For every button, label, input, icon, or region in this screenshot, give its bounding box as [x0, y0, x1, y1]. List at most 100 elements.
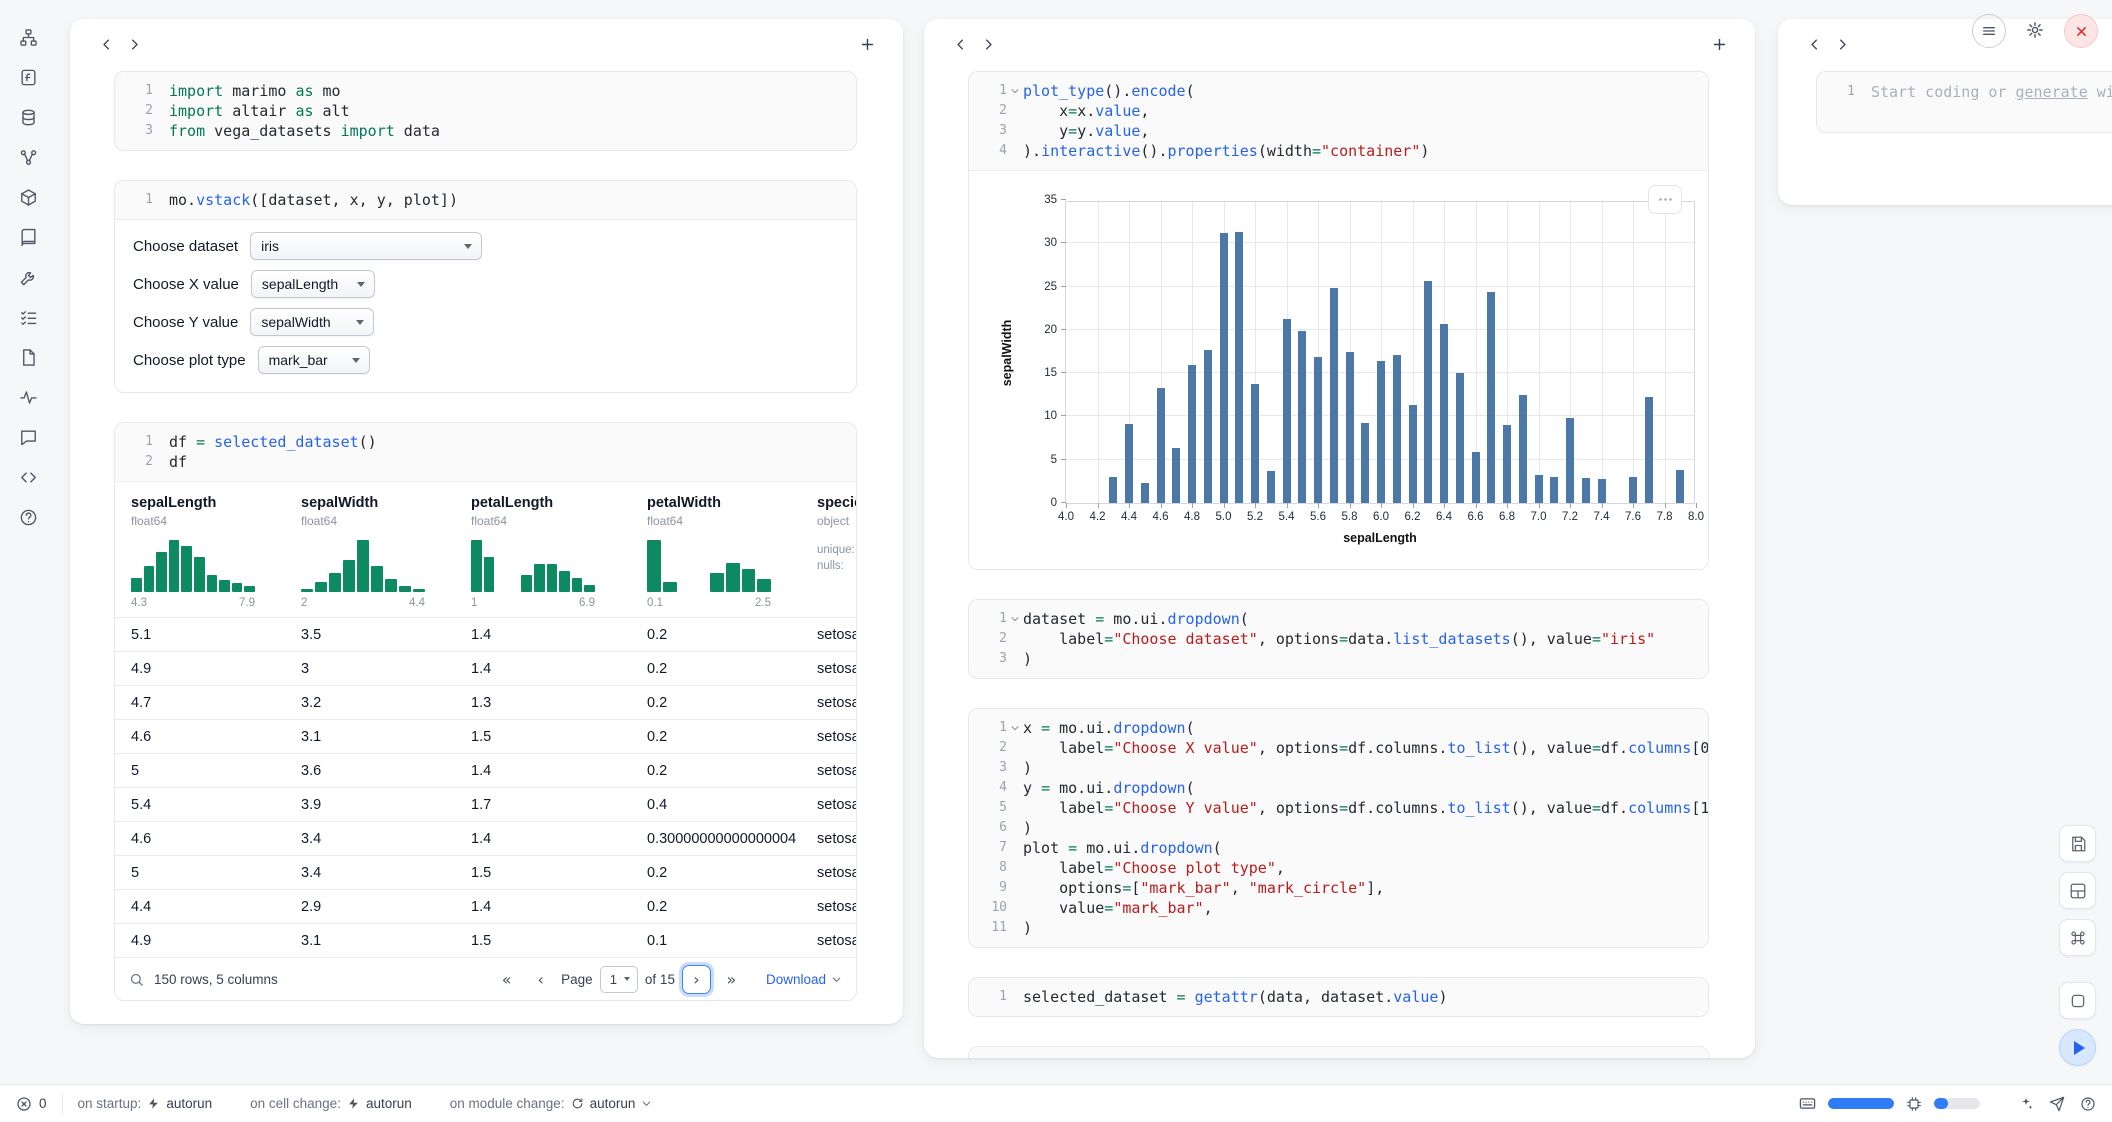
table-cell: 1.4 — [455, 763, 631, 779]
column-header[interactable]: sepalWidthfloat6424.4 — [285, 482, 455, 617]
code-editor-placeholder[interactable]: 1Start coding or generate with AI — [1817, 72, 2112, 132]
table-row[interactable]: 5.13.51.40.2setosa — [115, 617, 856, 651]
table-cell: 5.4 — [115, 797, 285, 813]
page-label: Page — [561, 972, 593, 987]
column-next-button[interactable] — [974, 30, 1002, 58]
add-cell-button[interactable] — [1705, 30, 1733, 58]
close-icon[interactable] — [2064, 14, 2098, 48]
column-next-button[interactable] — [1828, 30, 1856, 58]
code-editor[interactable]: 1import marimo as mo2import altair as al… — [115, 72, 856, 150]
search-icon[interactable] — [129, 972, 144, 987]
chart-bar — [1598, 479, 1606, 503]
chart-actions-button[interactable] — [1648, 185, 1682, 214]
code-editor[interactable]: 1plot_type().encode(2 x=x.value,3 y=y.va… — [969, 72, 1708, 170]
code-editor[interactable]: 1mo.vstack([dataset, x, y, plot]) — [115, 181, 856, 219]
table-row[interactable]: 5.43.91.70.4setosa — [115, 787, 856, 821]
database-icon[interactable] — [15, 104, 42, 131]
histogram-range: 24.4 — [301, 597, 425, 609]
dropdown-choose-y-value[interactable]: sepalWidth — [250, 308, 374, 336]
checklist-icon[interactable] — [15, 304, 42, 331]
column-header[interactable]: petalWidthfloat640.12.5 — [631, 482, 801, 617]
document-icon[interactable] — [15, 344, 42, 371]
fold-chevron-icon[interactable] — [1007, 614, 1023, 624]
gear-icon[interactable] — [2019, 14, 2051, 46]
first-page-button[interactable]: « — [493, 966, 520, 993]
chart-bar — [1440, 324, 1448, 503]
code-editor[interactable]: 1dataset = mo.ui.dropdown(2 label="Choos… — [969, 600, 1708, 678]
code-icon[interactable] — [15, 464, 42, 491]
code-editor[interactable]: 1df = selected_dataset()2df — [115, 423, 856, 481]
save-button[interactable] — [2059, 825, 2096, 862]
menu-icon[interactable] — [1972, 14, 2006, 48]
last-page-button[interactable]: » — [718, 966, 745, 993]
chart-bar — [1283, 319, 1291, 503]
column-header[interactable]: petalLengthfloat6416.9 — [455, 482, 631, 617]
table-row[interactable]: 4.73.21.30.2setosa — [115, 685, 856, 719]
network-icon[interactable] — [15, 144, 42, 171]
table-cell: 3 — [285, 661, 455, 677]
table-cell: setosa — [801, 661, 856, 677]
table-cell: 3.2 — [285, 695, 455, 711]
table-row[interactable]: 4.931.40.2setosa — [115, 651, 856, 685]
code-editor[interactable]: 1selected_dataset = getattr(data, datase… — [969, 978, 1708, 1016]
column-name: sepalWidth — [301, 495, 447, 511]
code-editor[interactable]: 1x = mo.ui.dropdown(2 label="Choose X va… — [969, 709, 1708, 947]
dropdown-choose-x-value[interactable]: sepalLength — [251, 270, 375, 298]
chart-bar — [1251, 384, 1259, 503]
table-row[interactable]: 4.63.11.50.2setosa — [115, 719, 856, 753]
help-icon[interactable] — [15, 504, 42, 531]
table-row[interactable]: 53.61.40.2setosa — [115, 753, 856, 787]
column-toolbar — [70, 19, 903, 69]
column-prev-button[interactable] — [946, 30, 974, 58]
column-prev-button[interactable] — [1800, 30, 1828, 58]
autorun-config[interactable]: on module change:autorun — [450, 1096, 653, 1111]
file-function-icon[interactable] — [15, 64, 42, 91]
autorun-config[interactable]: on startup:autorun — [78, 1096, 213, 1111]
line-number: 4 — [969, 778, 1023, 798]
chip-icon[interactable] — [1906, 1096, 1922, 1112]
dropdown-choose-dataset[interactable]: iris — [250, 232, 482, 260]
control-row: Choose Y valuesepalWidth — [133, 308, 838, 336]
next-page-button[interactable]: › — [682, 965, 711, 994]
tools-icon[interactable] — [15, 264, 42, 291]
dropdown-choose-plot-type[interactable]: mark_bar — [258, 346, 370, 374]
code-editor[interactable]: 1plot_type = getattr(alt.Chart(df), plot… — [969, 1047, 1708, 1058]
sparkle-icon[interactable] — [2018, 1096, 2034, 1112]
package-icon[interactable] — [15, 184, 42, 211]
table-cell: 0.1 — [631, 933, 801, 949]
table-row[interactable]: 53.41.50.2setosa — [115, 855, 856, 889]
error-count[interactable]: 0 — [16, 1096, 47, 1112]
book-icon[interactable] — [15, 224, 42, 251]
column-next-button[interactable] — [120, 30, 148, 58]
column-header[interactable]: speciesobjectunique:nulls: — [801, 482, 856, 617]
line-number: 1 — [969, 1056, 1023, 1058]
keyboard-icon[interactable] — [1799, 1095, 1816, 1112]
autorun-config[interactable]: on cell change:autorun — [250, 1096, 412, 1111]
table-row[interactable]: 4.93.11.50.1setosa — [115, 923, 856, 957]
table-cell: 4.6 — [115, 831, 285, 847]
page-select[interactable]: 1 — [600, 966, 638, 993]
add-cell-button[interactable] — [853, 30, 881, 58]
code-line: 2 label="Choose dataset", options=data.l… — [969, 629, 1708, 649]
send-feedback-icon[interactable] — [2049, 1096, 2065, 1112]
chart-output: sepalWidth 4.04.24.44.64.85.05.25.45.65.… — [969, 170, 1708, 569]
fold-chevron-icon[interactable] — [1007, 723, 1023, 733]
table-row[interactable]: 4.63.41.40.30000000000000004setosa — [115, 821, 856, 855]
line-number: 3 — [115, 121, 169, 141]
table-cell: 3.4 — [285, 831, 455, 847]
sitemap-icon[interactable] — [15, 24, 42, 51]
download-button[interactable]: Download — [766, 972, 842, 987]
column-header[interactable]: sepalLengthfloat644.37.9 — [115, 482, 285, 617]
layout-button[interactable] — [2059, 872, 2096, 909]
keyboard-shortcuts-button[interactable] — [2059, 919, 2096, 956]
prev-page-button[interactable]: ‹ — [527, 966, 554, 993]
activity-icon[interactable] — [15, 384, 42, 411]
minimal-mode-button[interactable] — [2059, 982, 2096, 1019]
column-prev-button[interactable] — [92, 30, 120, 58]
chat-icon[interactable] — [15, 424, 42, 451]
help-icon[interactable] — [2080, 1096, 2096, 1112]
line-number: 1 — [115, 190, 169, 210]
table-row[interactable]: 4.42.91.40.2setosa — [115, 889, 856, 923]
run-all-button[interactable] — [2059, 1029, 2096, 1066]
fold-chevron-icon[interactable] — [1007, 86, 1023, 96]
